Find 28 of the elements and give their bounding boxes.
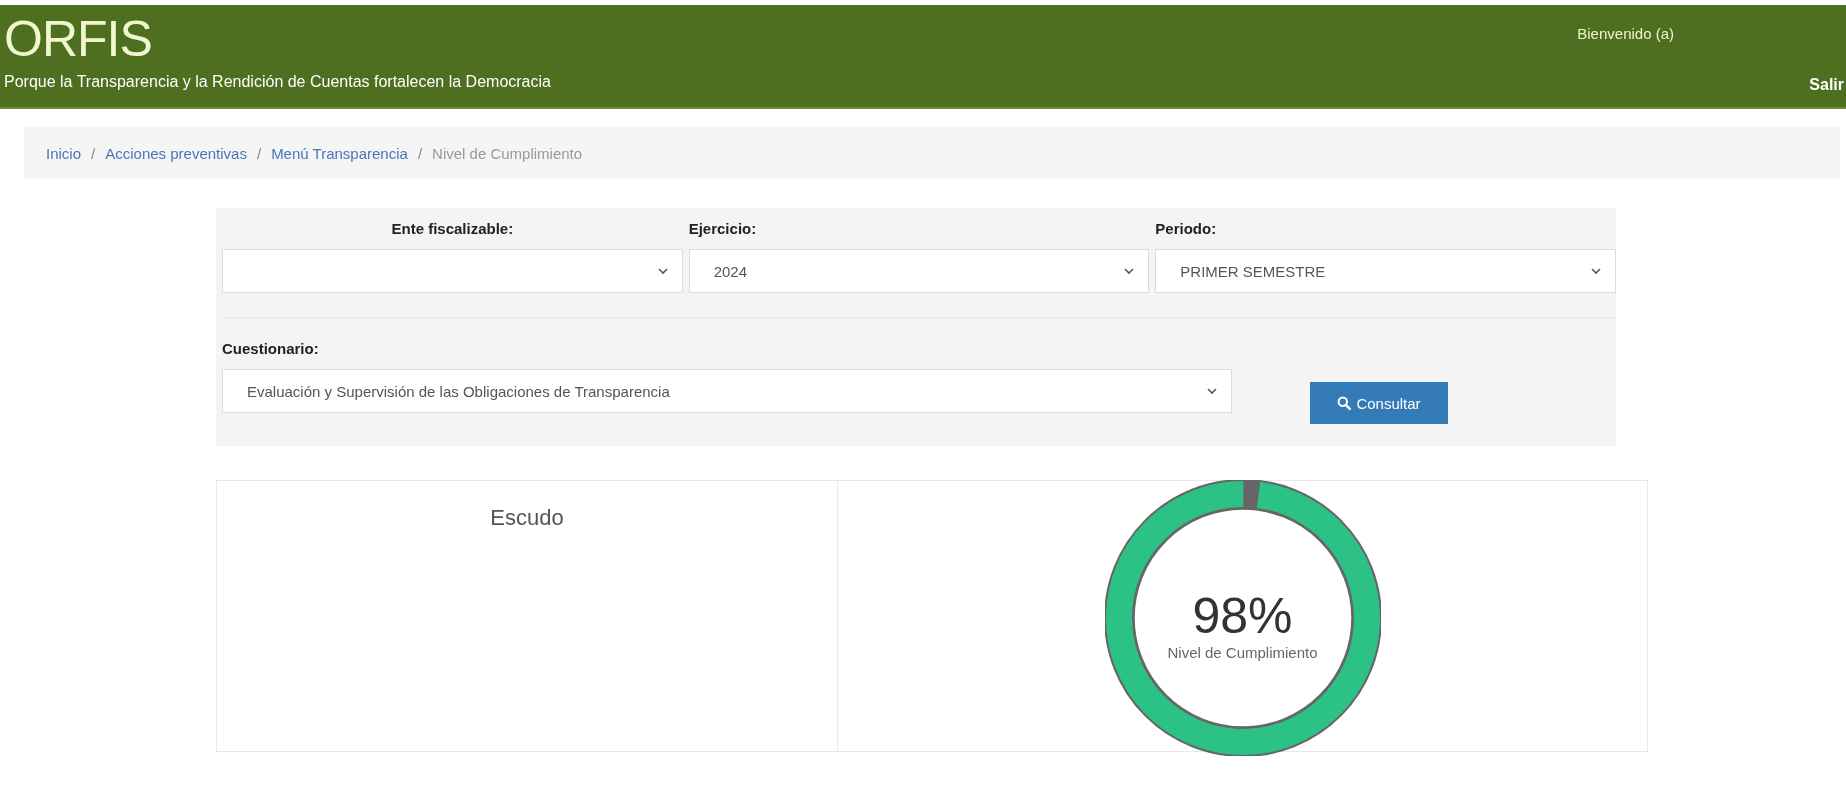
breadcrumb-separator: / [91,144,96,162]
chevron-down-icon [657,267,668,275]
gauge-caption: Nivel de Cumplimiento [1167,643,1318,661]
select-field[interactable]: PRIMER SEMESTRE [1155,249,1616,293]
field-label: Ejercicio: [688,220,758,237]
breadcrumb-link[interactable]: Inicio [46,144,82,162]
consult-button[interactable]: Consultar [1310,382,1448,424]
tagline: Porque la Transparencia y la Rendición de Cuentas fortalecen la Democracia [4,73,551,91]
breadcrumb-link[interactable]: Menú Transparencia [271,144,408,162]
chevron-down-icon [1124,267,1135,275]
welcome-text: Bienvenido (a) [1577,25,1674,42]
select-field[interactable] [222,249,683,293]
chevron-down-icon [1207,387,1217,395]
field-label: Periodo: [1155,220,1218,237]
select-field[interactable]: 2024 [688,249,1150,293]
logout-link[interactable]: Salir [1809,76,1844,94]
site-logo[interactable]: ORFIS [4,9,551,69]
breadcrumb-current: Nivel de Cumplimiento [432,144,583,162]
field-label: Ente fiscalizable: [390,220,515,237]
breadcrumb-separator: / [417,144,423,162]
select-field[interactable]: Evaluación y Supervisión de las Obligaciones de Transparencia [222,369,1232,413]
search-icon [1337,396,1352,410]
field-label: Cuestionario: [222,340,320,357]
card-title: Escudo [490,505,564,531]
gauge-value: 98% [1192,587,1293,644]
breadcrumb-link[interactable]: Acciones preventivas [105,144,247,162]
chevron-down-icon [1591,267,1601,275]
breadcrumb-separator: / [256,144,262,162]
